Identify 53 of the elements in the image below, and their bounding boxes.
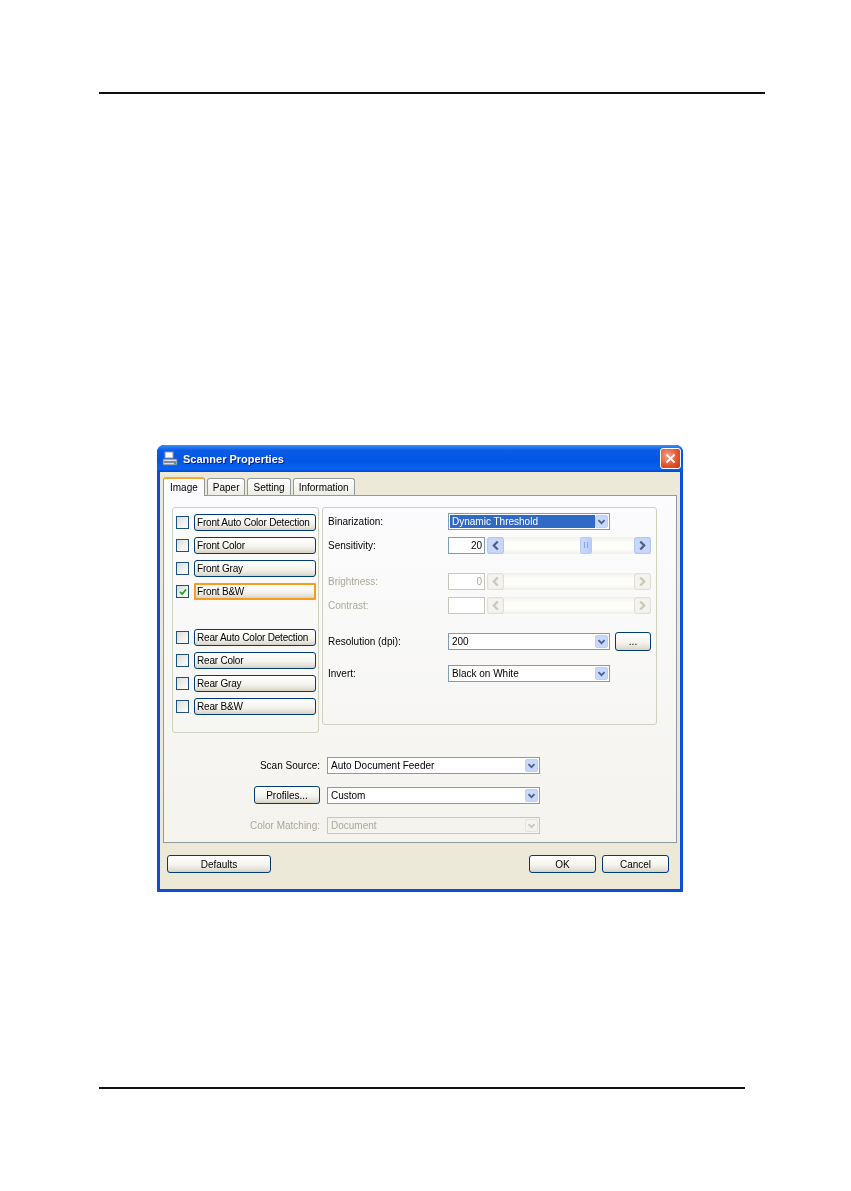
tab[interactable]: Image xyxy=(163,477,205,496)
toggle-button[interactable]: Front Gray xyxy=(194,560,316,577)
checkbox[interactable] xyxy=(176,631,189,644)
checkbox[interactable] xyxy=(176,539,189,552)
tab[interactable]: Paper xyxy=(206,478,246,495)
toggle-button[interactable]: Rear Gray xyxy=(194,675,316,692)
chevron-right-icon[interactable] xyxy=(634,536,651,554)
toggle-button[interactable]: Rear B&W xyxy=(194,698,316,715)
slider-thumb[interactable] xyxy=(579,536,592,554)
field-label: Binarization: xyxy=(328,515,385,527)
value-field[interactable] xyxy=(448,596,485,614)
field-label: Sensitivity: xyxy=(328,539,377,551)
dialog-button[interactable]: OK xyxy=(529,855,596,873)
dropdown[interactable]: Auto Document Feeder xyxy=(327,756,540,774)
chevron-down-icon[interactable] xyxy=(525,788,538,802)
field-label: Color Matching: xyxy=(249,819,320,831)
field-label: Invert: xyxy=(328,667,357,679)
dropdown[interactable]: Custom xyxy=(327,786,540,804)
checkbox[interactable] xyxy=(176,654,189,667)
dialog-button[interactable]: Defaults xyxy=(167,855,271,873)
checkbox[interactable] xyxy=(176,700,189,713)
close-icon[interactable] xyxy=(665,453,676,464)
dropdown[interactable]: Black on White xyxy=(448,664,610,682)
field-label: Contrast: xyxy=(328,599,370,611)
chevron-left-icon[interactable] xyxy=(487,536,504,554)
chevron-down-icon[interactable] xyxy=(595,514,608,528)
checkbox[interactable] xyxy=(176,585,189,598)
close-button[interactable] xyxy=(660,448,681,469)
toggle-button[interactable]: Rear Auto Color Detection xyxy=(194,629,316,646)
chevron-down-icon[interactable] xyxy=(525,758,538,772)
dialog-button[interactable]: Cancel xyxy=(602,855,669,873)
chevron-down-icon[interactable] xyxy=(595,666,608,680)
toggle-button[interactable]: Front Color xyxy=(194,537,316,554)
window-title: Scanner Properties xyxy=(183,452,284,465)
checkbox[interactable] xyxy=(176,516,189,529)
field-label: Resolution (dpi): xyxy=(328,635,402,647)
field-label: Brightness: xyxy=(328,575,380,587)
dropdown[interactable]: Dynamic Threshold xyxy=(448,512,610,530)
checkbox[interactable] xyxy=(176,562,189,575)
dropdown[interactable]: 200 xyxy=(448,632,610,650)
checkmark-icon xyxy=(178,587,187,596)
tab[interactable]: Setting xyxy=(247,478,291,495)
value-field[interactable]: 20 xyxy=(448,536,485,554)
ellipsis-button[interactable]: ... xyxy=(615,631,651,651)
tab[interactable]: Information xyxy=(292,478,355,495)
profiles-button[interactable]: Profiles... xyxy=(254,786,320,804)
checkbox[interactable] xyxy=(176,677,189,690)
toggle-button[interactable]: Front B&W xyxy=(194,583,316,600)
toggle-button[interactable]: Rear Color xyxy=(194,652,316,669)
toggle-button[interactable]: Front Auto Color Detection xyxy=(194,514,316,531)
chevron-down-icon[interactable] xyxy=(595,634,608,648)
scanner-icon xyxy=(162,450,178,467)
field-label: Scan Source: xyxy=(259,759,320,771)
